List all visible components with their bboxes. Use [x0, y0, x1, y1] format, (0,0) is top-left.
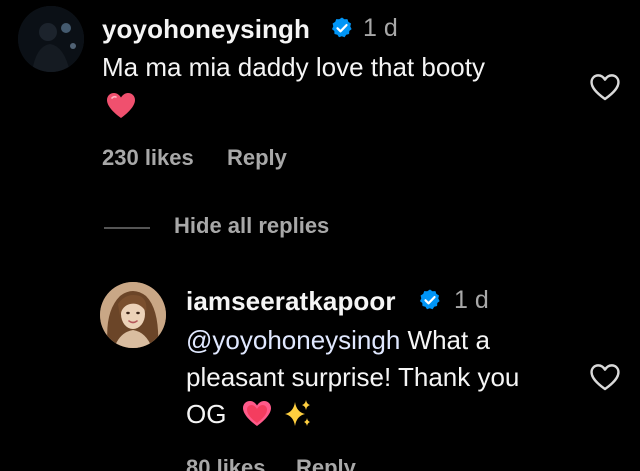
- comment-age: 1 d: [363, 14, 398, 42]
- comment-text: Ma ma mia daddy love that booty: [102, 52, 485, 82]
- comment-text-line-3: OG: [186, 399, 227, 429]
- likes-count[interactable]: 80 likes: [186, 455, 266, 471]
- sparkles-emoji: [285, 400, 310, 426]
- mention-link[interactable]: @yoyohoneysingh: [186, 325, 400, 355]
- comment-text-continuation: What a: [400, 325, 490, 355]
- avatar-photo: [100, 282, 166, 348]
- verified-badge-icon: [420, 289, 440, 310]
- heart-with-ribbon-emoji: [243, 401, 271, 426]
- comment-text-line-2: pleasant surprise! Thank you: [186, 362, 520, 392]
- avatar-yoyohoneysingh[interactable]: [18, 6, 84, 72]
- comment-username[interactable]: iamseeratkapoor: [186, 286, 396, 317]
- reply-button[interactable]: Reply: [296, 455, 356, 471]
- comments-thread: yoyohoneysingh 1 d Ma ma mia daddy love …: [0, 0, 640, 471]
- heart-outline-icon[interactable]: [588, 360, 622, 394]
- likes-count[interactable]: 230 likes: [102, 145, 194, 171]
- hide-replies-button[interactable]: Hide all replies: [174, 213, 329, 239]
- heart-outline-icon[interactable]: [588, 70, 622, 104]
- comment-text-line-1: @yoyohoneysingh What a: [186, 323, 490, 358]
- avatar-iamseeratkapoor[interactable]: [100, 282, 166, 348]
- avatar-photo: [18, 6, 84, 72]
- comment-age: 1 d: [454, 286, 489, 314]
- red-heart-emoji: [107, 93, 135, 118]
- replies-divider: [104, 227, 150, 229]
- reply-button[interactable]: Reply: [227, 145, 287, 171]
- verified-badge-icon: [332, 17, 352, 38]
- comment-username[interactable]: yoyohoneysingh: [102, 14, 310, 45]
